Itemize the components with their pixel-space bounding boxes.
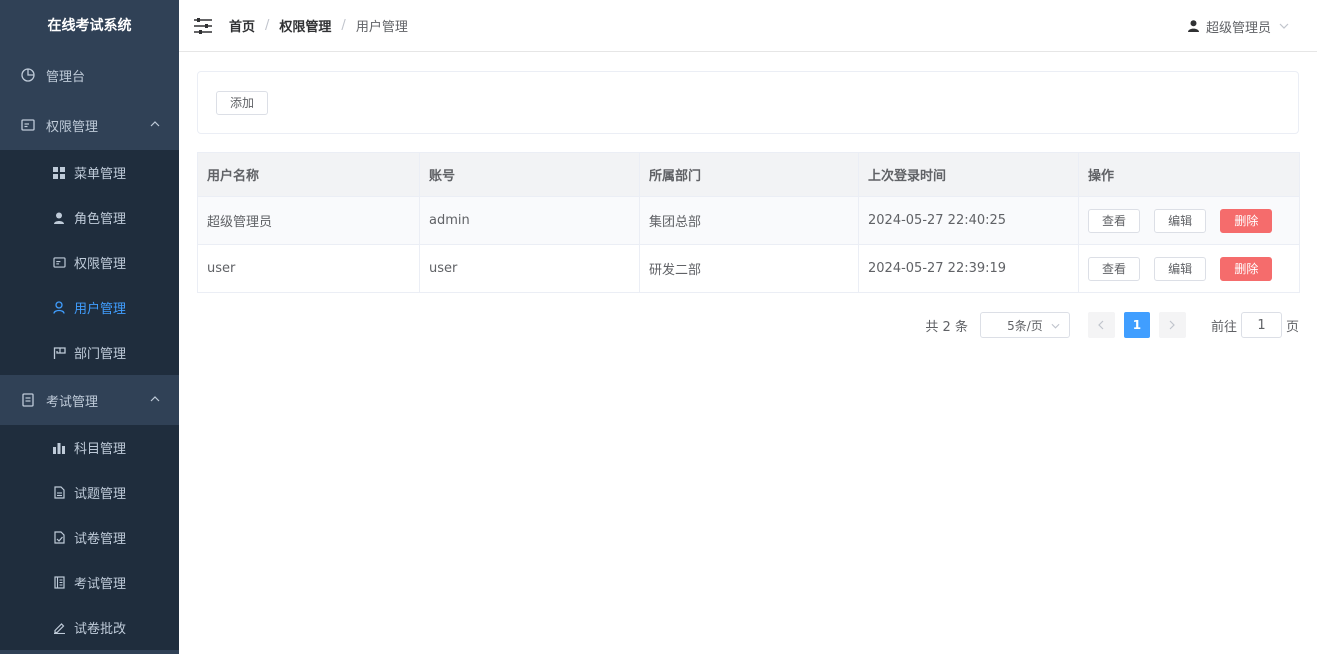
user-table: 用户名称 账号 所属部门 上次登录时间 操作 超级管理员 admin 集团总部 … — [197, 152, 1300, 293]
breadcrumb-home[interactable]: 首页 — [229, 16, 255, 35]
column-header: 操作 — [1078, 152, 1300, 197]
breadcrumb-permission[interactable]: 权限管理 — [279, 16, 331, 35]
user-dropdown[interactable]: 超级管理员 — [1188, 0, 1289, 52]
table-header-row: 用户名称 账号 所属部门 上次登录时间 操作 — [197, 152, 1300, 197]
cell-actions: 查看 编辑 删除 — [1078, 244, 1300, 293]
delete-button[interactable]: 删除 — [1220, 256, 1273, 281]
submenu-auth: 菜单管理 角色管理 权限管理 用户管理 部门管理 — [0, 150, 179, 375]
id-card-icon — [20, 117, 36, 133]
toolbar-card: 添加 — [197, 71, 1299, 134]
column-header: 账号 — [419, 152, 640, 197]
delete-button[interactable]: 删除 — [1220, 208, 1273, 233]
sidebar-item-menu-manage[interactable]: 菜单管理 — [0, 150, 179, 195]
pagination: 共 2 条 5条/页 1 前往 页 — [925, 311, 1299, 339]
sidebar-item-grading[interactable]: 试卷批改 — [0, 605, 179, 650]
view-button[interactable]: 查看 — [1088, 256, 1141, 281]
document-icon — [20, 392, 36, 408]
goto-page-input[interactable] — [1240, 312, 1282, 338]
app-root: 在线考试系统 管理台 权限管理 菜单管理 角色管理 权限管理 用户管理 部门管理… — [0, 0, 1317, 654]
cell-last-login: 2024-05-27 22:40:25 — [858, 196, 1079, 245]
edit-button[interactable]: 编辑 — [1154, 256, 1207, 281]
user-name: 超级管理员 — [1205, 20, 1271, 36]
sidebar-item-subject-manage[interactable]: 科目管理 — [0, 425, 179, 470]
page-size-value: 5条/页 — [1007, 318, 1043, 333]
user-outline-icon — [52, 301, 66, 315]
menu-item-dashboard[interactable]: 管理台 — [0, 50, 179, 100]
pen-icon — [52, 621, 66, 635]
sidebar-item-role-manage[interactable]: 角色管理 — [0, 195, 179, 240]
sidebar-item-label: 角色管理 — [74, 212, 127, 227]
breadcrumb-separator: / — [341, 18, 346, 33]
sidebar-item-question-manage[interactable]: 试题管理 — [0, 470, 179, 515]
sidebar-item-label: 试题管理 — [74, 487, 127, 502]
id-card-icon — [52, 256, 66, 270]
sidebar-item-label: 权限管理 — [74, 257, 127, 272]
file-icon — [52, 486, 66, 500]
sidebar: 在线考试系统 管理台 权限管理 菜单管理 角色管理 权限管理 用户管理 部门管理… — [0, 0, 179, 654]
chevron-down-icon — [1051, 321, 1061, 331]
sidebar-item-user-manage[interactable]: 用户管理 — [0, 285, 179, 330]
bar-chart-icon — [52, 441, 66, 455]
sidebar-item-paper-manage[interactable]: 试卷管理 — [0, 515, 179, 560]
flag-icon — [52, 346, 66, 360]
sidebar-item-label: 试卷批改 — [74, 622, 127, 637]
sidebar-item-label: 试卷管理 — [74, 532, 127, 547]
menu-group-auth[interactable]: 权限管理 — [0, 100, 179, 150]
prev-page-button[interactable] — [1087, 312, 1115, 338]
notebook-icon — [52, 576, 66, 590]
user-icon — [1188, 20, 1200, 32]
menu-group-label: 权限管理 — [46, 119, 99, 135]
edit-button[interactable]: 编辑 — [1154, 208, 1207, 233]
breadcrumb: 首页 / 权限管理 / 用户管理 — [229, 16, 408, 35]
file-check-icon — [52, 531, 66, 545]
sidebar-item-label: 考试管理 — [74, 577, 127, 592]
cell-account: admin — [419, 196, 640, 245]
app-title: 在线考试系统 — [47, 18, 132, 34]
pie-chart-icon — [20, 67, 36, 83]
table-row: user user 研发二部 2024-05-27 22:39:19 查看 编辑… — [197, 244, 1300, 293]
sidebar-item-exam-manage[interactable]: 考试管理 — [0, 560, 179, 605]
sidebar-item-permission-manage[interactable]: 权限管理 — [0, 240, 179, 285]
main-content: 添加 用户名称 账号 所属部门 上次登录时间 操作 超级管理员 admin 集团… — [197, 71, 1300, 338]
menu-group-exam[interactable]: 考试管理 — [0, 375, 179, 425]
breadcrumb-current: 用户管理 — [355, 20, 408, 35]
column-header: 所属部门 — [639, 152, 859, 197]
grid-icon — [52, 166, 66, 180]
next-page-button[interactable] — [1158, 312, 1186, 338]
cell-department: 研发二部 — [639, 244, 859, 293]
page-suffix: 页 — [1285, 319, 1299, 335]
submenu-exam: 科目管理 试题管理 试卷管理 考试管理 试卷批改 — [0, 425, 179, 650]
sidebar-item-label: 部门管理 — [74, 347, 127, 362]
chevron-up-icon — [149, 393, 161, 405]
table-row: 超级管理员 admin 集团总部 2024-05-27 22:40:25 查看 … — [197, 196, 1300, 245]
menu-item-label: 管理台 — [46, 69, 86, 85]
column-header: 用户名称 — [197, 152, 420, 197]
hamburger-icon[interactable] — [193, 16, 213, 36]
person-icon — [52, 211, 66, 225]
menu-group-label: 考试管理 — [46, 394, 99, 410]
cell-actions: 查看 编辑 删除 — [1078, 196, 1300, 245]
breadcrumb-separator: / — [265, 18, 270, 33]
column-header: 上次登录时间 — [858, 152, 1079, 197]
page-number-active[interactable]: 1 — [1123, 312, 1150, 338]
sidebar-item-label: 用户管理 — [74, 302, 127, 317]
chevron-down-icon — [1279, 21, 1289, 31]
pagination-total: 共 2 条 — [925, 319, 968, 335]
cell-department: 集团总部 — [639, 196, 859, 245]
add-button[interactable]: 添加 — [216, 90, 269, 115]
sidebar-item-label: 菜单管理 — [74, 167, 127, 182]
page-size-select[interactable]: 5条/页 — [979, 312, 1070, 338]
cell-username: 超级管理员 — [197, 196, 420, 245]
sidebar-item-dept-manage[interactable]: 部门管理 — [0, 330, 179, 375]
chevron-up-icon — [149, 118, 161, 130]
cell-username: user — [197, 244, 420, 293]
top-header: 首页 / 权限管理 / 用户管理 超级管理员 — [179, 0, 1317, 52]
goto-label: 前往 — [1210, 319, 1237, 335]
view-button[interactable]: 查看 — [1088, 208, 1141, 233]
sidebar-item-label: 科目管理 — [74, 442, 127, 457]
cell-last-login: 2024-05-27 22:39:19 — [858, 244, 1079, 293]
cell-account: user — [419, 244, 640, 293]
